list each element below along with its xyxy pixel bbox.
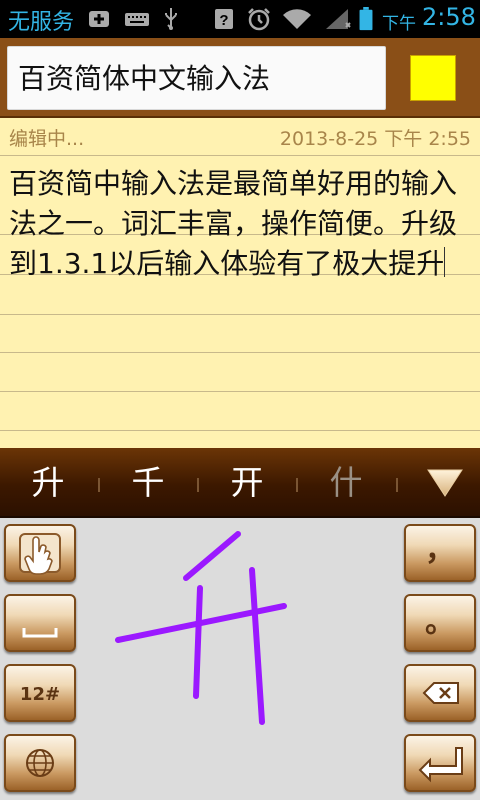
- note-color-button[interactable]: [410, 55, 456, 101]
- expand-candidates-icon[interactable]: [418, 448, 474, 518]
- note-title-input[interactable]: 百资简体中文输入法: [7, 46, 386, 110]
- usb-icon: [165, 8, 177, 30]
- hand-icon: [19, 533, 61, 575]
- candidate-separator: [396, 478, 398, 492]
- handwriting-pad[interactable]: [78, 518, 402, 800]
- ruled-line: [0, 391, 480, 392]
- candidate-bar: 升 千 开 什: [0, 448, 480, 518]
- period-key[interactable]: 。: [404, 594, 476, 652]
- space-key[interactable]: [4, 594, 76, 652]
- add-icon: [89, 11, 109, 27]
- candidate-1[interactable]: 升: [0, 448, 96, 518]
- svg-text:?: ?: [219, 12, 228, 29]
- note-timestamp: 2013-8-25 下午 2:55: [279, 128, 471, 150]
- no-signal-icon: [326, 9, 351, 29]
- hand-mode-key[interactable]: [4, 524, 76, 582]
- ruled-line: [0, 430, 480, 431]
- enter-icon: [418, 747, 463, 783]
- text-cursor: [444, 247, 446, 277]
- space-icon: [22, 628, 58, 638]
- period-label: 。: [425, 605, 455, 640]
- alarm-icon: [248, 8, 270, 31]
- clock-time: 2:58: [422, 3, 476, 31]
- comma-label: ，: [425, 533, 455, 568]
- number-mode-label: 12#: [19, 684, 61, 705]
- ruled-line: [0, 155, 480, 156]
- signal-unknown-icon: ?: [215, 9, 233, 29]
- note-body: 百资简中输入法是最简单好用的输入法之一。词汇丰富，操作简便。升级到1.3.1以后…: [9, 167, 458, 280]
- candidate-3[interactable]: 开: [199, 448, 295, 518]
- globe-icon: [26, 749, 54, 777]
- enter-key[interactable]: [404, 734, 476, 792]
- comma-key[interactable]: ，: [404, 524, 476, 582]
- backspace-key[interactable]: [404, 664, 476, 722]
- handwriting-stroke: [115, 531, 287, 725]
- carrier-label: 无服务: [8, 10, 75, 35]
- candidate-4[interactable]: 什: [298, 448, 394, 518]
- note-body-text[interactable]: 百资简中输入法是最简单好用的输入法之一。词汇丰富，操作简便。升级到1.3.1以后…: [9, 164, 473, 284]
- candidate-2[interactable]: 千: [100, 448, 196, 518]
- number-mode-key[interactable]: 12#: [4, 664, 76, 722]
- clock-ampm: 下午: [382, 14, 416, 34]
- wifi-icon: [283, 9, 311, 29]
- title-bar: 百资简体中文输入法: [0, 38, 480, 118]
- keyboard-icon: [125, 13, 149, 26]
- backspace-icon: [422, 682, 459, 704]
- edit-status-label: 编辑中...: [9, 128, 85, 150]
- handwriting-keyboard: 12# ， 。: [0, 518, 480, 800]
- status-bar: 无服务 ? 下午 2:58: [0, 0, 480, 38]
- note-editor[interactable]: 编辑中... 2013-8-25 下午 2:55 百资简中输入法是最简单好用的输…: [0, 118, 480, 448]
- language-key[interactable]: [4, 734, 76, 792]
- battery-icon: [359, 7, 373, 31]
- ruled-line: [0, 314, 480, 315]
- ruled-line: [0, 352, 480, 353]
